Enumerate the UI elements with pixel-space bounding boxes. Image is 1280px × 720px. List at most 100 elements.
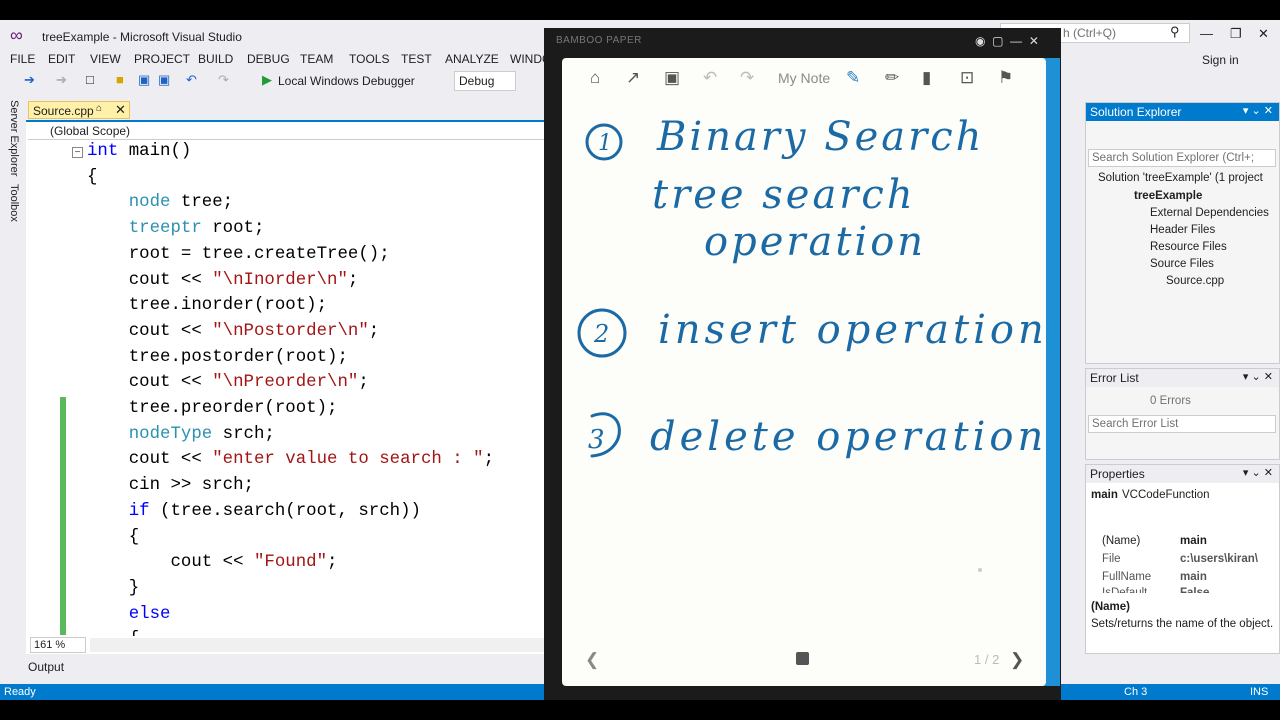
menu-project[interactable]: PROJECT (134, 52, 190, 66)
undo-icon[interactable]: ↶ (186, 73, 197, 87)
play-icon[interactable]: ▶ (262, 73, 272, 87)
code-line[interactable]: cout << "\nPostorder\n"; (87, 322, 379, 341)
restore-icon[interactable]: ❐ (1230, 26, 1242, 42)
code-token: nodeType (128, 424, 213, 444)
code-line[interactable]: { (87, 630, 139, 636)
tree-item-project[interactable]: treeExample (1134, 190, 1202, 202)
toolbox-tab[interactable]: Toolbox (8, 184, 20, 222)
code-token: { (87, 630, 139, 636)
menu-tools[interactable]: TOOLS (349, 52, 389, 66)
previous-page-icon[interactable]: ❮ (585, 650, 599, 670)
property-value[interactable]: main (1180, 535, 1207, 547)
server-explorer-tab[interactable]: Server Explorer (8, 100, 20, 176)
code-line[interactable]: else (87, 605, 171, 624)
code-line[interactable]: tree.inorder(root); (87, 296, 327, 315)
menu-view[interactable]: VIEW (90, 52, 121, 66)
scope-dropdown[interactable]: (Global Scope) (28, 122, 544, 140)
code-token: ; (358, 373, 369, 393)
properties-object-type: VCCodeFunction (1122, 489, 1210, 501)
handwritten-line: Binary Search (656, 114, 984, 160)
panel-buttons-icon[interactable]: ▾ ⌄ ✕ (1243, 466, 1273, 479)
code-token: cout << (87, 270, 213, 290)
configuration-select[interactable]: Debug (454, 71, 516, 91)
code-line[interactable]: root = tree.createTree(); (87, 245, 390, 264)
forward-icon[interactable]: ➔ (56, 73, 67, 87)
code-line[interactable]: } (87, 579, 139, 598)
menu-edit[interactable]: EDIT (48, 52, 75, 66)
code-line[interactable]: nodeType srch; (87, 425, 275, 444)
status-insert-mode: INS (1250, 686, 1269, 698)
property-name: IsDefault (1102, 587, 1148, 593)
horizontal-scrollbar[interactable] (90, 638, 544, 652)
next-page-icon[interactable]: ❯ (1010, 650, 1024, 670)
close-window-icon[interactable]: ✕ (1258, 26, 1269, 42)
sign-in-link[interactable]: Sign in (1202, 53, 1239, 67)
error-search-input[interactable]: Search Error List (1088, 415, 1276, 433)
code-line[interactable]: cout << "\nPreorder\n"; (87, 373, 369, 392)
property-value[interactable]: main (1180, 571, 1207, 583)
tree-item-header-files[interactable]: Header Files (1150, 224, 1215, 236)
menu-file[interactable]: FILE (10, 52, 35, 66)
tree-item-source-cpp[interactable]: Source.cpp (1166, 275, 1224, 287)
ink-dot (978, 568, 982, 572)
code-line[interactable]: cout << "Found"; (87, 553, 337, 572)
code-token: main() (118, 142, 192, 161)
output-tab[interactable]: Output (28, 660, 64, 674)
code-line[interactable]: node tree; (87, 193, 233, 212)
menu-test[interactable]: TEST (401, 52, 432, 66)
panel-buttons-icon[interactable]: ▾ ⌄ ✕ (1243, 370, 1273, 383)
tree-item-external-dependencies[interactable]: External Dependencies (1150, 207, 1269, 219)
local-windows-debugger-button[interactable]: Local Windows Debugger (278, 74, 415, 88)
menu-build[interactable]: BUILD (198, 52, 233, 66)
code-line[interactable]: int main() (87, 142, 191, 161)
property-value[interactable]: False (1180, 587, 1209, 593)
redo-icon[interactable]: ↷ (218, 73, 229, 87)
handwriting-canvas[interactable]: 1 Binary Search tree search operation 2 … (562, 58, 1046, 686)
search-icon[interactable]: ⚲ (1170, 24, 1180, 40)
menu-debug[interactable]: DEBUG (247, 52, 290, 66)
code-token: "enter value to search : " (212, 450, 484, 470)
code-token: srch; (212, 424, 275, 444)
tree-item-resource-files[interactable]: Resource Files (1150, 241, 1227, 253)
close-tab-icon[interactable]: ✕ (115, 102, 126, 118)
pin-icon[interactable]: ⌂ (96, 103, 102, 114)
new-project-icon[interactable]: □ (86, 73, 94, 87)
minimize-icon[interactable]: — (1200, 26, 1213, 41)
code-line[interactable]: tree.preorder(root); (87, 399, 338, 418)
code-line[interactable]: { (87, 168, 97, 187)
menu-team[interactable]: TEAM (300, 52, 333, 66)
save-all-icon[interactable]: ▣ (158, 73, 170, 87)
code-area[interactable]: int main() { node tree; treeptr root; roo… (28, 140, 544, 636)
save-icon[interactable]: ▣ (138, 73, 150, 87)
properties-object: main (1091, 489, 1118, 501)
collapse-icon[interactable]: − (72, 147, 83, 158)
page-overview-icon[interactable] (796, 652, 809, 665)
solution-search-input[interactable]: Search Solution Explorer (Ctrl+; (1088, 149, 1276, 167)
back-icon[interactable]: ➔ (24, 73, 35, 87)
page-indicator: 1 / 2 (974, 652, 1000, 667)
code-line[interactable]: tree.postorder(root); (87, 348, 348, 367)
bamboo-window-buttons-icon[interactable]: ◉ ▢ — ✕ (975, 34, 1039, 48)
tree-item-solution[interactable]: Solution 'treeExample' (1 project (1098, 172, 1263, 184)
code-token: "\nPostorder\n" (212, 321, 369, 341)
zoom-select[interactable]: 161 % (30, 637, 86, 653)
panel-buttons-icon[interactable]: ▾ ⌄ ✕ (1243, 104, 1273, 117)
code-line[interactable]: { (87, 528, 139, 547)
property-value[interactable]: c:\users\kiran\ (1180, 553, 1258, 565)
code-token: (tree.search(root, srch)) (149, 501, 421, 521)
errors-filter-button[interactable]: 0 Errors (1150, 395, 1191, 407)
code-token: "\nPreorder\n" (212, 373, 359, 393)
code-token: ; (483, 450, 495, 470)
code-token: ; (327, 553, 338, 573)
code-line[interactable]: treeptr root; (87, 219, 265, 239)
code-token: root; (201, 219, 265, 239)
tree-item-source-files[interactable]: Source Files (1150, 258, 1214, 270)
menu-analyze[interactable]: ANALYZE (445, 52, 499, 66)
code-line[interactable]: if (tree.search(root, srch)) (87, 502, 421, 521)
open-folder-icon[interactable]: ■ (116, 73, 124, 87)
code-line[interactable]: cout << "enter value to search : "; (87, 450, 494, 469)
code-line[interactable]: cin >> srch; (87, 476, 254, 495)
code-line[interactable]: cout << "\nInorder\n"; (87, 270, 359, 290)
